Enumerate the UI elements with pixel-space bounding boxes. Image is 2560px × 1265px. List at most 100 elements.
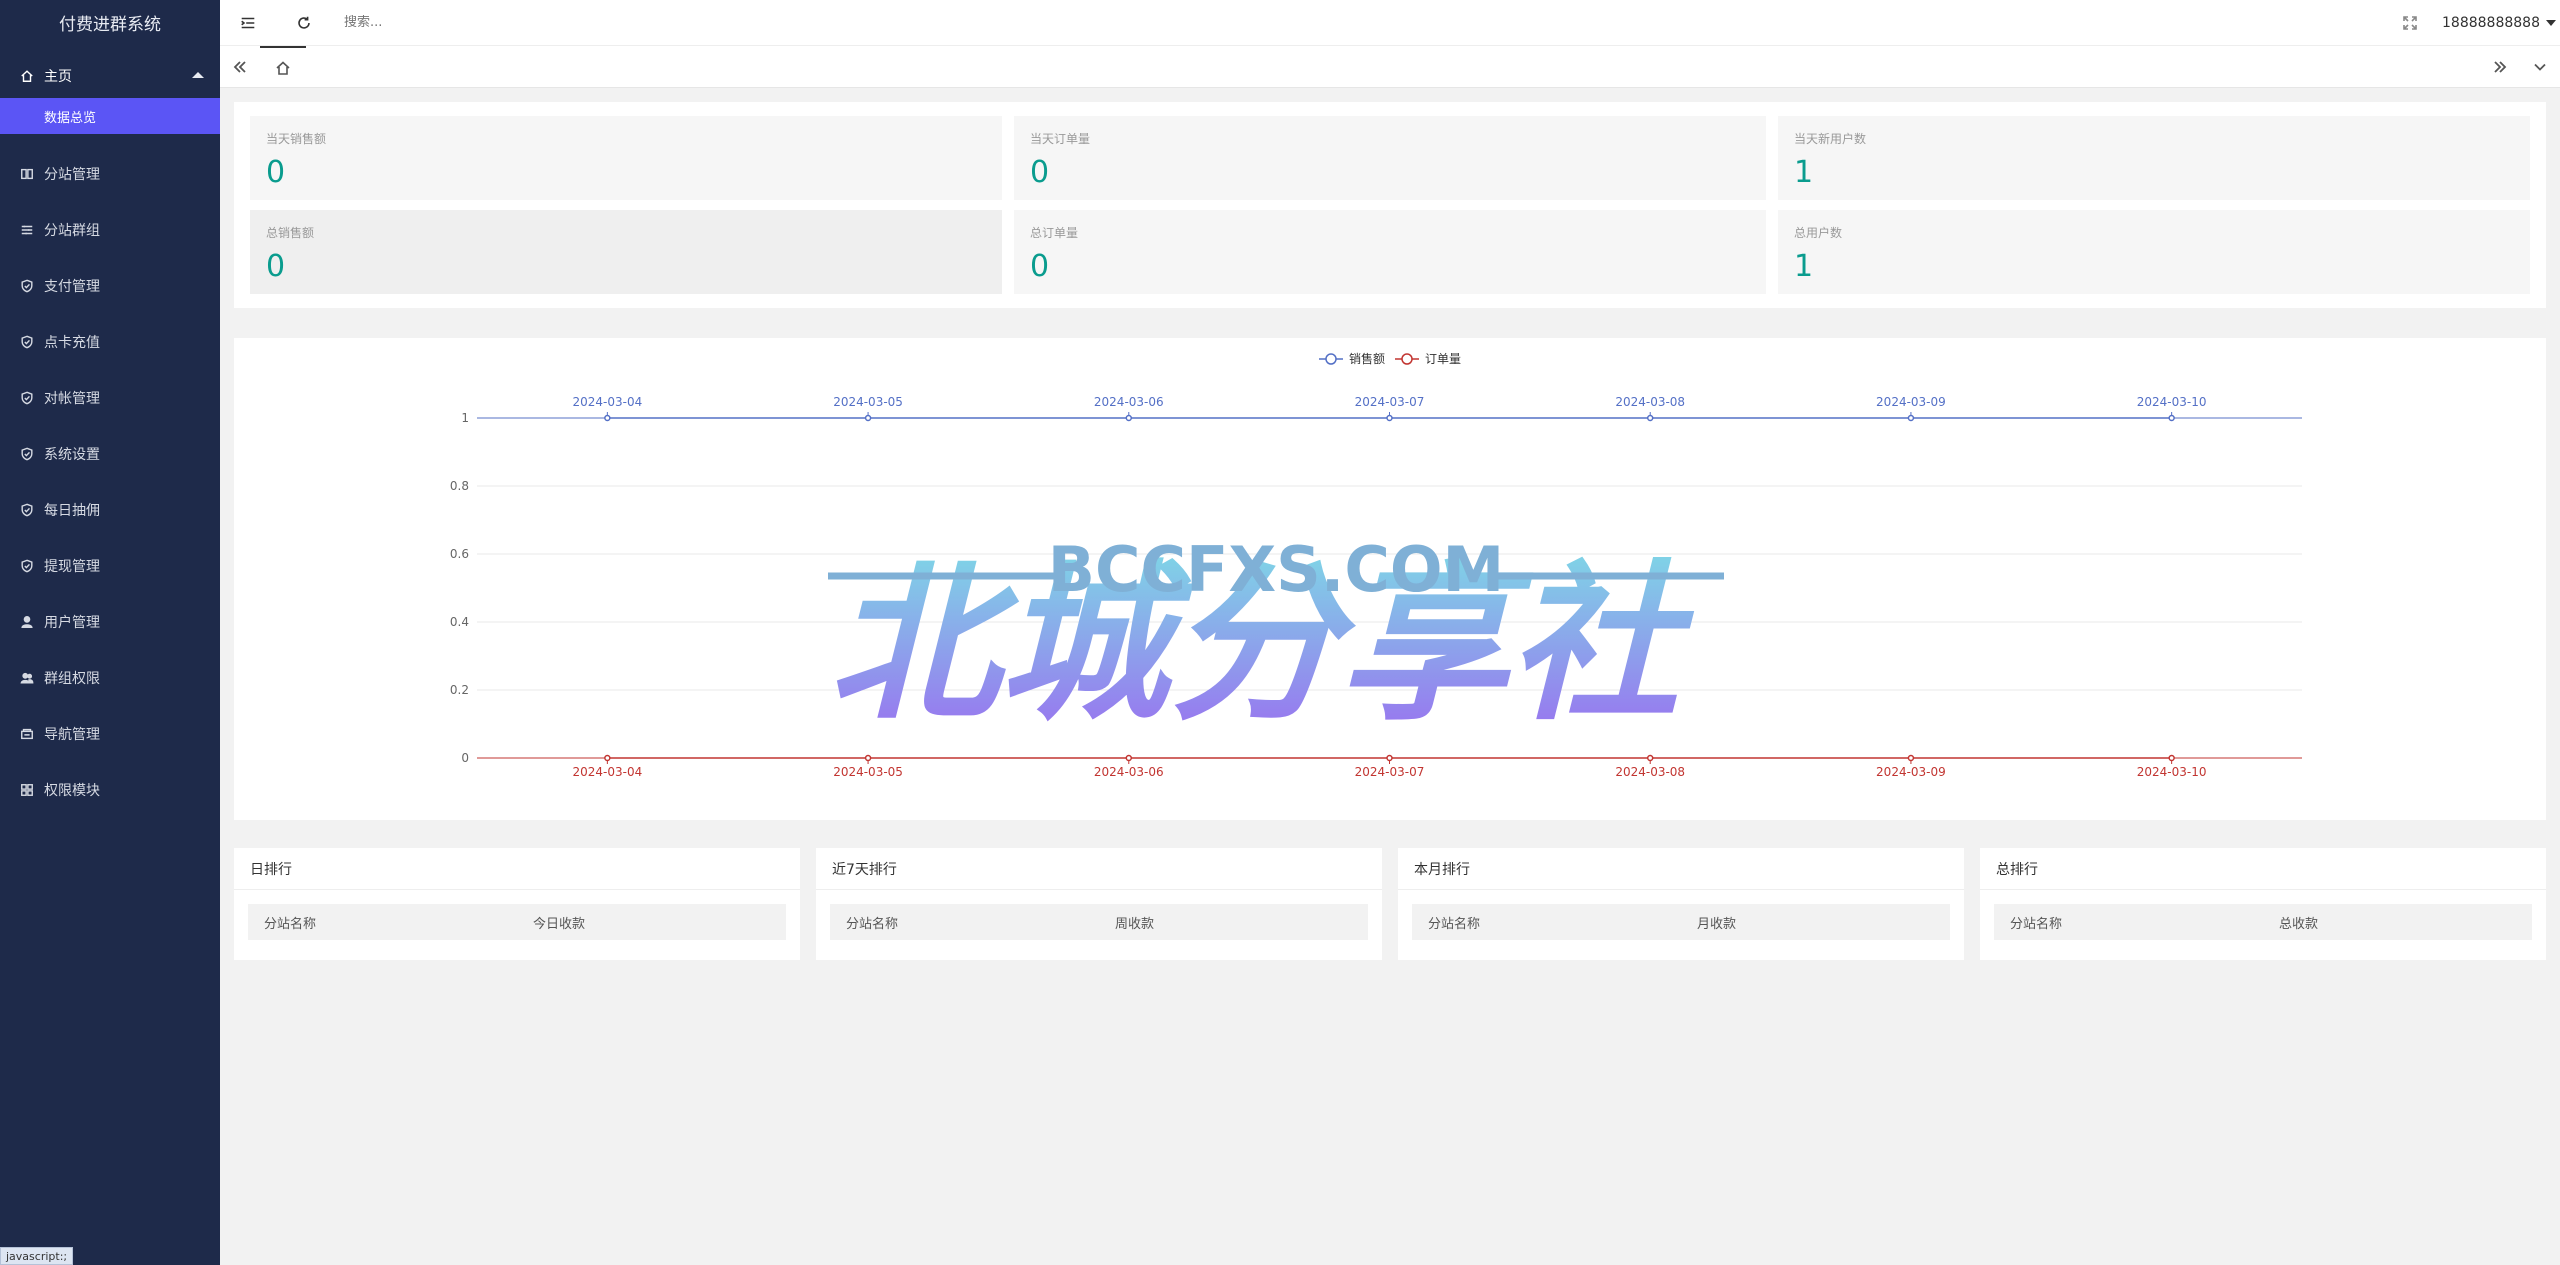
sidebar-item-label: 支付管理 <box>44 279 100 295</box>
column-header: 分站名称 <box>2010 916 2063 932</box>
top-header: 18888888888 <box>220 0 2560 46</box>
data-point <box>1125 754 1133 762</box>
x-tick-label: 2024-03-05 <box>833 395 903 409</box>
fullscreen-button[interactable] <box>2388 15 2432 31</box>
stat-value: 0 <box>266 155 286 190</box>
main-content: 当天销售额 0 当天订单量 0 当天新用户数 1 总销售额 0 总订单量 0 总… <box>234 102 2546 960</box>
app-title: 付费进群系统 <box>59 14 161 35</box>
y-tick-label: 0.2 <box>450 683 469 697</box>
sidebar-item-daily-commission[interactable]: 每日抽佣 <box>0 482 220 538</box>
sidebar-item-label: 群组权限 <box>44 671 100 687</box>
column-header: 分站名称 <box>264 916 317 932</box>
stat-value: 0 <box>1030 155 1050 190</box>
shield-check-icon <box>20 447 34 461</box>
toggle-sidebar-button[interactable] <box>220 0 276 46</box>
ranking-title: 本月排行 <box>1398 848 1964 890</box>
y-tick-label: 0.8 <box>450 479 469 493</box>
legend-label: 销售额 <box>1349 351 1385 366</box>
data-point <box>1386 754 1393 762</box>
sidebar-item-label: 点卡充值 <box>44 335 100 351</box>
refresh-icon <box>298 16 310 29</box>
columns-icon <box>20 167 34 181</box>
column-header: 周收款 <box>1115 916 1155 932</box>
sidebar-item-card-recharge[interactable]: 点卡充值 <box>0 314 220 370</box>
sales-chart-card: 0 0.2 0.4 0.6 0.8 1 2024-03-04 2024-03-05 2024-0… <box>234 338 2546 820</box>
sidebar-item-label: 权限模块 <box>44 783 100 799</box>
tabs-scroll-left-button[interactable] <box>220 46 260 87</box>
sidebar-item-substation-groups[interactable]: 分站群组 <box>0 202 220 258</box>
home-icon <box>276 60 290 75</box>
user-icon <box>20 615 34 629</box>
sidebar-menu: 主页 数据总览 分站管理 分站群组 支付管理 点卡充值 对帐管理 系统设置 每日… <box>0 44 220 818</box>
status-bar: javascript:; <box>0 1247 74 1265</box>
column-header: 总收款 <box>2279 916 2319 932</box>
table-header: 分站名称 周收款 <box>830 904 1368 940</box>
sidebar-item-label: 每日抽佣 <box>44 503 100 519</box>
sidebar-item-permission-modules[interactable]: 权限模块 <box>0 762 220 818</box>
stats-panel: 当天销售额 0 当天订单量 0 当天新用户数 1 总销售额 0 总订单量 0 总… <box>234 102 2546 308</box>
watermark: 北城分享社 BCCFXS.COM <box>828 533 1724 744</box>
sidebar-item-withdrawal[interactable]: 提现管理 <box>0 538 220 594</box>
x-tick-label: 2024-03-10 <box>2137 765 2207 779</box>
sidebar-item-group-permissions[interactable]: 群组权限 <box>0 650 220 706</box>
stat-label: 总销售额 <box>266 226 315 240</box>
ranking-title: 近7天排行 <box>816 848 1382 890</box>
table-header: 分站名称 总收款 <box>1994 904 2532 940</box>
sidebar-item-settings[interactable]: 系统设置 <box>0 426 220 482</box>
double-chevron-right-icon <box>2494 60 2507 73</box>
stat-label: 总订单量 <box>1030 226 1079 240</box>
sidebar-group-home[interactable]: 主页 <box>0 44 220 108</box>
chevron-down-icon <box>2534 63 2546 71</box>
ranking-card-daily: 日排行 分站名称 今日收款 <box>234 848 800 960</box>
stat-card: 当天订单量 0 <box>1014 116 1766 200</box>
sidebar-item-payment[interactable]: 支付管理 <box>0 258 220 314</box>
grid-icon <box>20 783 34 797</box>
tab-bar <box>220 46 2560 88</box>
x-tick-label: 2024-03-06 <box>1094 765 1164 779</box>
home-icon <box>20 69 34 83</box>
sidebar: 付费进群系统 主页 数据总览 分站管理 分站群组 支付管理 点卡充值 对帐管理 … <box>0 0 220 1265</box>
data-point <box>2168 414 2175 422</box>
column-header: 分站名称 <box>1428 916 1481 932</box>
sidebar-item-reconciliation[interactable]: 对帐管理 <box>0 370 220 426</box>
sliders-icon <box>20 223 34 237</box>
x-tick-label: 2024-03-09 <box>1876 765 1946 779</box>
tabs-dropdown-button[interactable] <box>2520 46 2560 87</box>
x-tick-label: 2024-03-04 <box>572 395 642 409</box>
column-header: 分站名称 <box>846 916 899 932</box>
sidebar-item-label: 分站群组 <box>44 223 100 239</box>
ranking-card-weekly: 近7天排行 分站名称 周收款 <box>816 848 1382 960</box>
caret-down-icon <box>2546 19 2556 26</box>
users-icon <box>20 671 34 685</box>
stat-label: 当天订单量 <box>1030 132 1091 146</box>
refresh-button[interactable] <box>276 0 332 46</box>
sidebar-item-users[interactable]: 用户管理 <box>0 594 220 650</box>
rankings: 日排行 分站名称 今日收款 近7天排行 分站名称 周收款 本月排行 分站名称 月… <box>234 848 2546 960</box>
tabs-scroll-right-button[interactable] <box>2480 46 2520 87</box>
table-header: 分站名称 月收款 <box>1412 904 1950 940</box>
sidebar-item-navigation[interactable]: 导航管理 <box>0 706 220 762</box>
y-tick-label: 0.6 <box>450 547 469 561</box>
stat-card: 当天销售额 0 <box>250 116 1002 200</box>
sidebar-item-label: 系统设置 <box>44 447 100 463</box>
y-tick-label: 0 <box>461 751 469 765</box>
search-input[interactable] <box>344 15 644 30</box>
sidebar-item-label: 分站管理 <box>44 167 100 183</box>
data-point <box>604 754 611 762</box>
sidebar-item-substation[interactable]: 分站管理 <box>0 146 220 202</box>
sidebar-group-label: 主页 <box>44 69 72 85</box>
username: 18888888888 <box>2442 14 2540 31</box>
stat-value: 0 <box>1030 249 1050 284</box>
menu-fold-icon <box>241 17 255 28</box>
shield-check-icon <box>20 279 34 293</box>
column-header: 月收款 <box>1697 916 1737 932</box>
ranking-title: 日排行 <box>234 848 800 890</box>
user-menu[interactable]: 18888888888 <box>2432 15 2560 31</box>
data-point <box>1646 414 1654 422</box>
legend-marker <box>1401 353 1413 365</box>
tab-home[interactable] <box>260 46 306 87</box>
sidebar-item-label: 导航管理 <box>44 727 100 743</box>
data-point <box>604 414 611 422</box>
watermark-subtitle: BCCFXS.COM <box>1048 533 1505 606</box>
x-tick-label: 2024-03-06 <box>1094 395 1164 409</box>
